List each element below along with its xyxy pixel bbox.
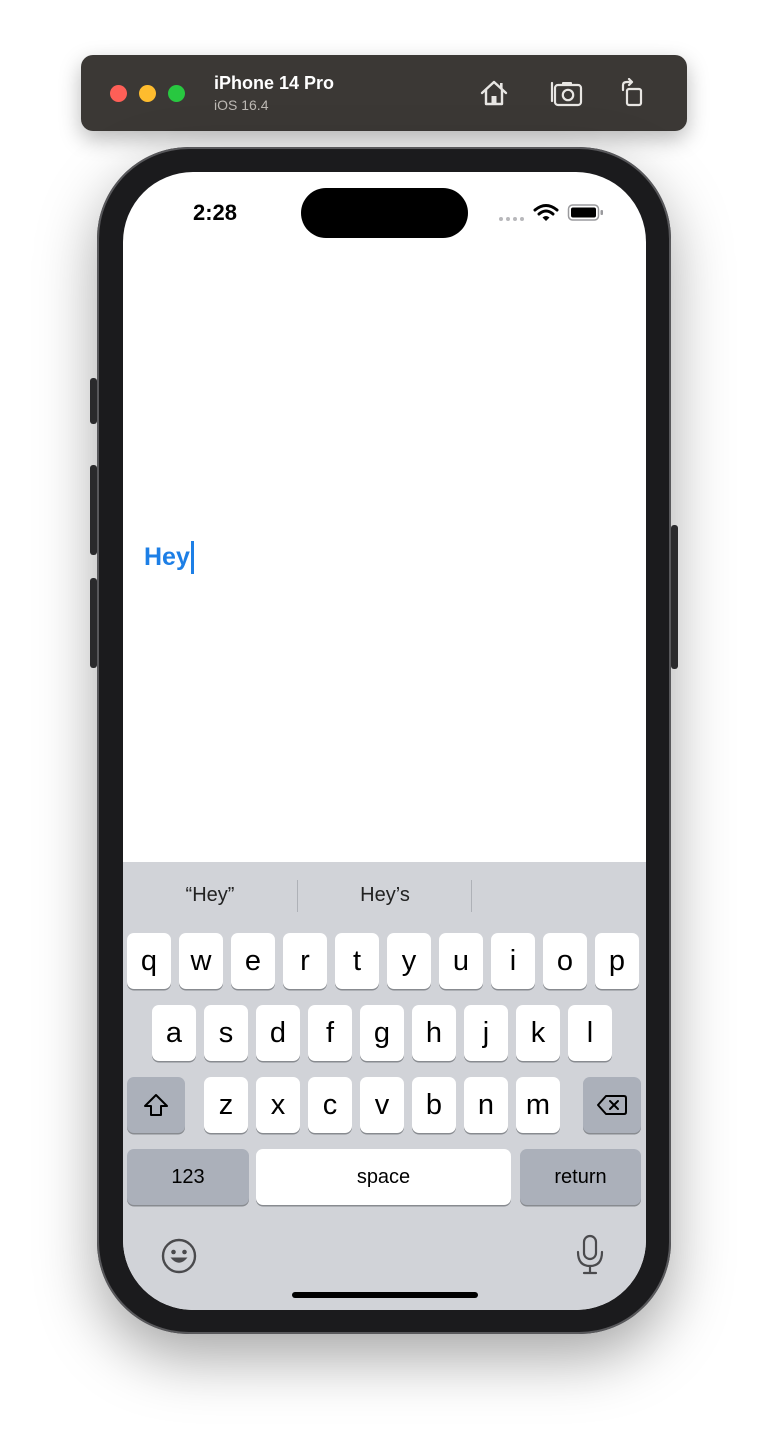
key-d[interactable]: d — [256, 1005, 300, 1061]
shift-icon — [144, 1094, 168, 1116]
delete-icon — [597, 1095, 627, 1115]
home-icon — [480, 80, 508, 106]
suggestion-divider — [471, 880, 472, 912]
key-u[interactable]: u — [439, 933, 483, 989]
text-cursor — [190, 540, 194, 574]
key-k[interactable]: k — [516, 1005, 560, 1061]
key-h[interactable]: h — [412, 1005, 456, 1061]
key-t[interactable]: t — [335, 933, 379, 989]
suggestion-1[interactable]: “Hey” — [123, 884, 297, 907]
volume-up-button — [90, 465, 97, 555]
minimize-window-button[interactable] — [139, 85, 156, 102]
key-z[interactable]: z — [204, 1077, 248, 1133]
space-key[interactable]: space — [256, 1149, 511, 1205]
key-v[interactable]: v — [360, 1077, 404, 1133]
key-s[interactable]: s — [204, 1005, 248, 1061]
key-c[interactable]: c — [308, 1077, 352, 1133]
key-x[interactable]: x — [256, 1077, 300, 1133]
emoji-icon — [161, 1238, 197, 1274]
text-field[interactable]: Hey — [144, 537, 194, 577]
key-p[interactable]: p — [595, 933, 639, 989]
device-os-version: iOS 16.4 — [214, 97, 269, 113]
key-q[interactable]: q — [127, 933, 171, 989]
key-r[interactable]: r — [283, 933, 327, 989]
screenshot-icon — [550, 81, 583, 107]
rotate-button[interactable] — [615, 75, 651, 111]
key-g[interactable]: g — [360, 1005, 404, 1061]
text-field-value: Hey — [144, 542, 190, 571]
key-o[interactable]: o — [543, 933, 587, 989]
screenshot-button[interactable] — [549, 75, 585, 111]
dynamic-island — [301, 188, 468, 238]
key-m[interactable]: m — [516, 1077, 560, 1133]
key-f[interactable]: f — [308, 1005, 352, 1061]
volume-down-button — [90, 578, 97, 668]
suggestion-2[interactable]: Hey’s — [298, 884, 472, 907]
key-a[interactable]: a — [152, 1005, 196, 1061]
status-icons — [498, 202, 608, 224]
phone-screen: 2:28 Hey “Hey” Hey’s q w e r t y u i o p… — [123, 172, 646, 1310]
key-e[interactable]: e — [231, 933, 275, 989]
key-l[interactable]: l — [568, 1005, 612, 1061]
home-indicator[interactable] — [292, 1292, 478, 1298]
wifi-icon — [533, 204, 559, 221]
close-window-button[interactable] — [110, 85, 127, 102]
power-button — [671, 525, 678, 669]
emoji-button[interactable] — [160, 1237, 198, 1275]
zoom-window-button[interactable] — [168, 85, 185, 102]
home-button[interactable] — [476, 75, 512, 111]
battery-icon — [567, 204, 603, 221]
device-name: iPhone 14 Pro — [214, 73, 335, 93]
shift-key[interactable] — [127, 1077, 185, 1133]
suggestion-bar: “Hey” Hey’s — [123, 862, 646, 928]
dictation-button[interactable] — [573, 1234, 607, 1276]
cellular-signal-icon — [499, 217, 524, 221]
keyboard: “Hey” Hey’s q w e r t y u i o p a s d f … — [123, 862, 646, 1310]
key-w[interactable]: w — [179, 933, 223, 989]
rotate-icon — [621, 78, 643, 107]
key-y[interactable]: y — [387, 933, 431, 989]
key-i[interactable]: i — [491, 933, 535, 989]
microphone-icon — [576, 1234, 604, 1275]
numbers-key[interactable]: 123 — [127, 1149, 249, 1205]
key-j[interactable]: j — [464, 1005, 508, 1061]
delete-key[interactable] — [583, 1077, 641, 1133]
key-n[interactable]: n — [464, 1077, 508, 1133]
simulator-toolbar: iPhone 14 Pro iOS 16.4 — [81, 55, 687, 131]
status-time: 2:28 — [193, 200, 238, 225]
action-button — [90, 378, 97, 424]
key-b[interactable]: b — [412, 1077, 456, 1133]
return-key[interactable]: return — [520, 1149, 641, 1205]
